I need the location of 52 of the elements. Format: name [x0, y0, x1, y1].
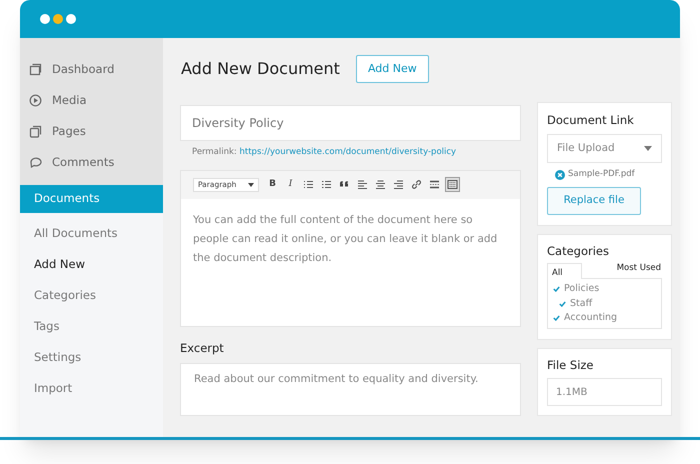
- permalink-text: Permalink: https://yourwebsite.com/document/diversity-policy: [192, 146, 458, 159]
- pages-icon: [29, 125, 42, 138]
- play-icon: [29, 94, 42, 107]
- category-tab[interactable]: Most Used: [616, 262, 662, 278]
- remove-icon[interactable]: [555, 170, 565, 180]
- sidebar-menu-item[interactable]: Media: [20, 85, 163, 116]
- sidebar-submenu-item[interactable]: Add New: [20, 249, 163, 280]
- speech-bubble-icon: [29, 156, 42, 169]
- caret-icon: [248, 182, 254, 187]
- panel-title: Categories: [547, 243, 610, 260]
- sidebar-submenu-item[interactable]: Settings: [20, 342, 163, 373]
- sidebar-menu-item[interactable]: Documents: [20, 185, 163, 213]
- panel-title: File Size: [547, 357, 595, 374]
- sidebar-menu-item[interactable]: Comments: [20, 147, 163, 178]
- editor-content[interactable]: You can add the full content of the document here so people can read it online, or you can leave it blank or add the document description.: [181, 198, 520, 268]
- category-checkbox[interactable]: Policies: [548, 282, 661, 296]
- sidebar-submenu-item[interactable]: Categories: [20, 280, 163, 311]
- title-field[interactable]: Diversity Policy: [180, 105, 521, 141]
- bold-button[interactable]: B: [265, 177, 280, 192]
- align-left-icon: [357, 179, 368, 190]
- caret-icon: [644, 146, 652, 152]
- file-name: Sample-PDF.pdf: [568, 168, 635, 181]
- excerpt-field[interactable]: Read about our commitment to equality and diversity.: [180, 363, 521, 416]
- horizontal-line-icon: [429, 179, 440, 190]
- replace-file-button[interactable]: Replace file: [547, 187, 641, 215]
- category-tab[interactable]: All: [547, 263, 582, 279]
- add-new-button[interactable]: Add New: [356, 55, 429, 83]
- checkmark-icon: [553, 286, 560, 292]
- windows-icon: [29, 63, 42, 76]
- permalink-link[interactable]: https://yourwebsite.com/document/diversity-policy: [240, 147, 456, 157]
- sidebar-submenu-item[interactable]: Import: [20, 373, 163, 404]
- sidebar-menu-item[interactable]: Dashboard: [20, 54, 163, 85]
- checkmark-icon: [553, 315, 560, 322]
- link-icon: [411, 179, 422, 190]
- excerpt-label: Excerpt: [180, 340, 225, 357]
- align-center-icon: [375, 179, 386, 190]
- checkmark-icon: [559, 300, 566, 307]
- file-size-field[interactable]: 1.1MB: [547, 378, 662, 406]
- sidebar-submenu-item[interactable]: Tags: [20, 311, 163, 342]
- sidebar-submenu-item[interactable]: All Documents: [20, 218, 163, 249]
- category-checkbox[interactable]: Staff: [548, 296, 661, 311]
- file-source-dropdown[interactable]: File Upload: [547, 134, 662, 164]
- page-title: Add New Document: [181, 58, 340, 80]
- category-checkbox[interactable]: Accounting: [548, 311, 661, 326]
- align-right-icon: [393, 179, 404, 190]
- toolbar-button[interactable]: [445, 177, 460, 192]
- numbered-list-icon: [321, 179, 332, 190]
- sidebar-menu-item[interactable]: Pages: [20, 116, 163, 147]
- toolbar-toggle-icon: [447, 179, 458, 190]
- panel-title: Document Link: [547, 112, 635, 129]
- italic-button[interactable]: I: [283, 177, 298, 192]
- bulleted-list-icon: [303, 179, 314, 190]
